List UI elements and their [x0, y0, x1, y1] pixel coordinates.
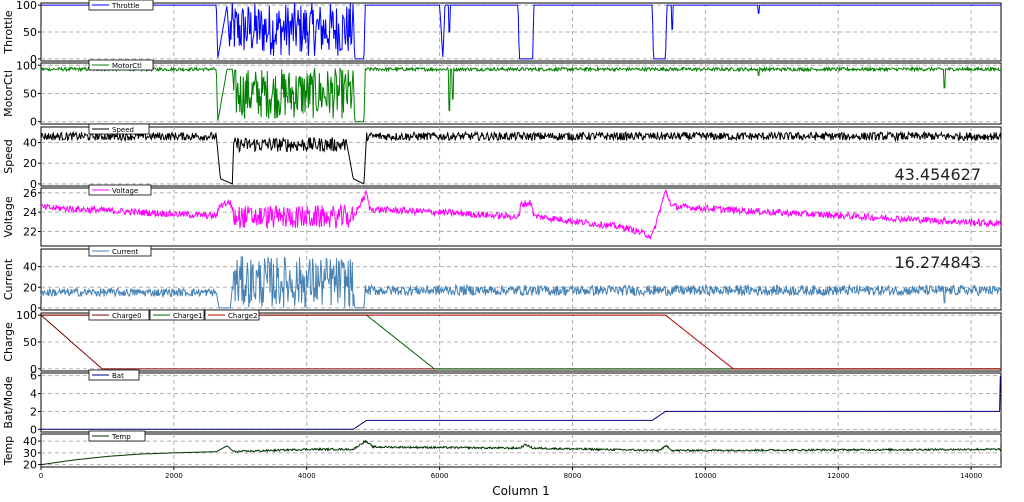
y-tick-label: 40	[23, 137, 37, 150]
legend-label: Current	[112, 248, 139, 256]
x-axis-label: Column 1	[492, 484, 549, 498]
y-axis-label: Voltage	[2, 196, 15, 237]
x-tick-label: 14000	[960, 472, 982, 480]
x-tick-label: 2000	[165, 472, 183, 480]
y-tick-label: 4	[30, 388, 37, 401]
panel-bat-mode: 0246 BatBat/Mode	[2, 369, 1002, 436]
y-tick-label: 30	[23, 447, 37, 460]
legend-label: Bat	[112, 372, 124, 380]
y-tick-label: 100	[16, 59, 37, 72]
legend-entry: Bat	[88, 369, 140, 381]
y-tick-label: 50	[23, 336, 37, 349]
y-tick-label: 100	[16, 309, 37, 322]
legend-label: MotorCtl	[112, 62, 142, 70]
y-tick-label: 6	[30, 370, 37, 383]
legend-label: Charge0	[112, 312, 142, 320]
x-tick-label: 4000	[298, 472, 316, 480]
y-tick-label: 50	[23, 26, 37, 39]
y-axis-label: Speed	[2, 139, 15, 173]
panel-frame	[40, 248, 1002, 311]
panel-frame	[40, 372, 1002, 433]
legend-entry: Temp	[88, 430, 146, 442]
legend-label: Temp	[111, 433, 131, 441]
y-tick-label: 2	[30, 405, 37, 418]
y-tick-label: 0	[30, 116, 37, 129]
panel-voltage: 22 24 26 Voltage Voltage	[2, 184, 1002, 247]
y-tick-label: 20	[23, 459, 37, 472]
legend-label: Throttle	[111, 2, 139, 10]
panel-charge: 050100 Charge0 Charge1 Charge2Charge	[2, 309, 1002, 376]
y-tick-label: 24	[23, 206, 37, 219]
y-axis-label: Charge	[2, 322, 15, 362]
y-tick-label: 20	[23, 157, 37, 170]
legend-entry: Charge1	[149, 309, 205, 321]
y-tick-label: 40	[23, 261, 37, 274]
x-tick-label: 0	[39, 472, 43, 480]
panel-current: 02040CurrentCurrent 16.274843	[2, 245, 1002, 315]
y-axis-label: Bat/Mode	[2, 376, 15, 429]
panel-throttle: 050100 ThrottleThrottle	[2, 0, 1002, 66]
x-tick-label: 6000	[431, 472, 449, 480]
y-axis-label: Temp	[2, 436, 15, 466]
panel-motorctl: 050100 MotorCtlMotorCtl	[2, 59, 1002, 129]
legend-entry: MotorCtl	[88, 59, 154, 71]
multi-panel-line-chart: 050100 ThrottleThrottle050100 MotorCtlMoto…	[2, 0, 1002, 498]
y-axis-label: MotorCtl	[2, 70, 15, 117]
panel-frame	[40, 187, 1002, 247]
panel-temp: 203040 Temp Temp	[2, 430, 1002, 472]
y-tick-label: 50	[23, 88, 37, 101]
y-tick-label: 22	[23, 226, 37, 239]
y-tick-label: 26	[23, 187, 37, 200]
legend-label: Voltage	[112, 187, 138, 195]
legend-entry: Charge2	[204, 309, 260, 321]
x-tick-label: 8000	[564, 472, 582, 480]
y-tick-label: 100	[16, 0, 37, 12]
x-tick-label: 10000	[694, 472, 716, 480]
y-axis-label: Current	[2, 258, 15, 300]
chart-window: 0 50 100 Throttle Throttle 0 50 100 MotorCtl Moto…	[0, 0, 1024, 502]
legend-entry: Speed	[88, 123, 150, 135]
legend-label: Charge1	[173, 312, 203, 320]
legend-entry: Voltage	[88, 184, 152, 196]
legend-label: Speed	[112, 126, 134, 134]
y-axis-label: Throttle	[2, 10, 15, 54]
legend-entry: Current	[88, 245, 152, 257]
y-tick-label: 40	[23, 435, 37, 448]
legend-entry: Charge0	[88, 309, 150, 321]
x-tick-label: 12000	[827, 472, 849, 480]
value-readout: 16.274843	[894, 253, 981, 272]
legend-entry: Throttle	[88, 0, 154, 11]
legend-label: Charge2	[228, 312, 258, 320]
value-readout: 43.454627	[894, 165, 981, 184]
y-tick-label: 20	[23, 281, 37, 294]
panel-speed: 02040SpeedSpeed43.454627	[2, 123, 1002, 191]
